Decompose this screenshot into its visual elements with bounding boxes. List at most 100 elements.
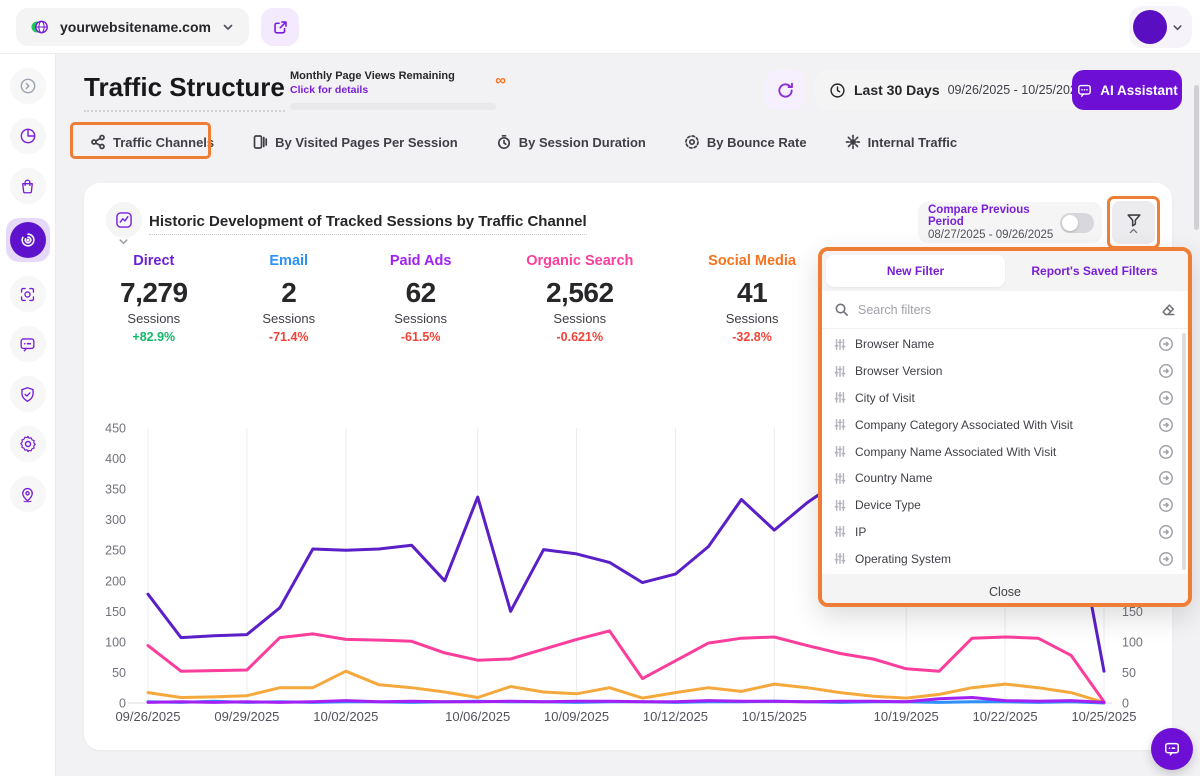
stat-social-media: Social Media 41 Sessions -32.8% — [708, 253, 796, 344]
search-input[interactable] — [858, 303, 1151, 317]
stat-organic-search: Organic Search 2,562 Sessions -0.621% — [526, 253, 633, 344]
sidebar-collapse-button[interactable] — [10, 68, 46, 104]
close-filter-panel-button[interactable]: Close — [822, 574, 1188, 607]
filter-item-browser-name[interactable]: Browser Name — [822, 331, 1188, 358]
gear-icon — [18, 434, 38, 454]
filter-item-company-category[interactable]: Company Category Associated With Visit — [822, 411, 1188, 438]
sliders-icon — [834, 365, 846, 378]
stat-name: Direct — [120, 253, 188, 269]
chat-bubble-icon — [18, 335, 37, 354]
sidebar-item-location[interactable] — [10, 476, 46, 512]
ai-assistant-label: AI Assistant — [1100, 83, 1178, 98]
website-selector[interactable]: yourwebsitename.com — [16, 8, 249, 46]
sidebar-item-recordings[interactable] — [10, 276, 46, 312]
sidebar — [0, 54, 56, 776]
line-chart-icon — [114, 210, 134, 230]
filter-list-scrollbar[interactable] — [1182, 333, 1186, 570]
svg-text:350: 350 — [105, 483, 126, 497]
chart-title: Historic Development of Tracked Sessions… — [149, 213, 587, 235]
tab-visited-pages[interactable]: By Visited Pages Per Session — [246, 134, 464, 150]
filter-item-country-name[interactable]: Country Name — [822, 465, 1188, 492]
bounce-icon — [684, 134, 700, 150]
filter-item-label: Browser Name — [855, 337, 1149, 351]
filter-item-device-type[interactable]: Device Type — [822, 492, 1188, 519]
filter-item-label: Company Category Associated With Visit — [855, 418, 1149, 432]
eraser-icon[interactable] — [1160, 302, 1176, 318]
filter-item-company-name[interactable]: Company Name Associated With Visit — [822, 438, 1188, 465]
sidebar-item-settings[interactable] — [10, 426, 46, 462]
tab-session-duration[interactable]: By Session Duration — [490, 134, 652, 150]
arrow-circle-right-icon — [1158, 336, 1174, 352]
arrow-circle-right-icon — [1158, 470, 1174, 486]
svg-text:10/15/2025: 10/15/2025 — [742, 709, 807, 724]
tab-label: By Session Duration — [519, 135, 646, 150]
stat-value: 41 — [708, 277, 796, 309]
user-menu[interactable] — [1129, 6, 1192, 48]
compare-toggle[interactable] — [1060, 213, 1094, 233]
sidebar-item-security[interactable] — [10, 376, 46, 412]
filter-item-ip[interactable]: IP — [822, 519, 1188, 546]
open-website-button[interactable] — [261, 8, 299, 46]
filter-item-label: IP — [855, 525, 1149, 539]
quota-details-link[interactable]: Click for details — [290, 84, 506, 96]
chevron-down-icon[interactable] — [117, 235, 130, 248]
sidebar-item-dashboard[interactable] — [10, 118, 46, 154]
filter-item-label: Country Name — [855, 471, 1149, 485]
filter-item-browser-version[interactable]: Browser Version — [822, 358, 1188, 385]
collapse-icon — [18, 76, 38, 96]
refresh-button[interactable] — [765, 70, 805, 110]
sidebar-item-traffic-active[interactable] — [6, 218, 50, 262]
filter-item-city-of-visit[interactable]: City of Visit — [822, 385, 1188, 412]
sidebar-item-ecommerce[interactable] — [10, 168, 46, 204]
report-tabs: Traffic Channels By Visited Pages Per Se… — [84, 125, 963, 159]
tab-saved-filters[interactable]: Report's Saved Filters — [1005, 255, 1184, 287]
website-name: yourwebsitename.com — [60, 19, 211, 35]
svg-text:10/19/2025: 10/19/2025 — [874, 709, 939, 724]
arrow-circle-right-icon — [1158, 444, 1174, 460]
arrow-circle-right-icon — [1158, 551, 1174, 567]
tab-new-filter[interactable]: New Filter — [826, 255, 1005, 287]
svg-text:450: 450 — [105, 422, 126, 436]
stat-change: -61.5% — [390, 330, 452, 344]
stat-unit: Sessions — [120, 311, 188, 326]
stat-paid-ads: Paid Ads 62 Sessions -61.5% — [390, 253, 452, 344]
svg-text:50: 50 — [112, 666, 126, 680]
tab-internal-traffic[interactable]: Internal Traffic — [839, 134, 964, 150]
chevron-down-icon — [221, 20, 235, 34]
stat-value: 2 — [262, 277, 315, 309]
filter-item-operating-system[interactable]: Operating System — [822, 545, 1188, 572]
stat-direct: Direct 7,279 Sessions +82.9% — [120, 253, 188, 344]
quota-label: Monthly Page Views Remaining — [290, 70, 506, 82]
website-icon — [30, 17, 50, 37]
internal-traffic-icon — [845, 134, 861, 150]
tab-label: Internal Traffic — [868, 135, 958, 150]
pie-chart-icon — [18, 126, 38, 146]
svg-text:250: 250 — [105, 544, 126, 558]
chart-type-button[interactable] — [106, 202, 142, 238]
filter-search — [822, 291, 1188, 329]
external-link-icon — [272, 19, 289, 36]
filter-button[interactable] — [1112, 201, 1155, 244]
compare-label: Compare Previous Period — [928, 204, 1060, 228]
date-range-value: 09/26/2025 - 10/25/2025 — [948, 83, 1084, 97]
arrow-circle-right-icon — [1158, 524, 1174, 540]
sidebar-item-feedback[interactable] — [10, 326, 46, 362]
shield-check-icon — [18, 385, 37, 404]
avatar — [1133, 10, 1167, 44]
tab-traffic-channels[interactable]: Traffic Channels — [84, 134, 220, 150]
chevron-up-icon — [1128, 227, 1139, 235]
support-chat-button[interactable] — [1151, 728, 1193, 770]
infinity-icon: ∞ — [495, 72, 506, 89]
page-scrollbar[interactable] — [1194, 85, 1199, 230]
filter-item-label: Device Type — [855, 498, 1149, 512]
sliders-icon — [834, 472, 846, 485]
svg-text:10/06/2025: 10/06/2025 — [445, 709, 510, 724]
focus-target-icon — [18, 285, 37, 304]
tab-bounce-rate[interactable]: By Bounce Rate — [678, 134, 813, 150]
filter-item-label: Operating System — [855, 552, 1149, 566]
shopping-bag-icon — [18, 177, 37, 196]
svg-text:10/12/2025: 10/12/2025 — [643, 709, 708, 724]
search-icon — [834, 302, 849, 317]
ai-assistant-button[interactable]: AI Assistant — [1072, 70, 1182, 110]
sliders-icon — [834, 525, 846, 538]
